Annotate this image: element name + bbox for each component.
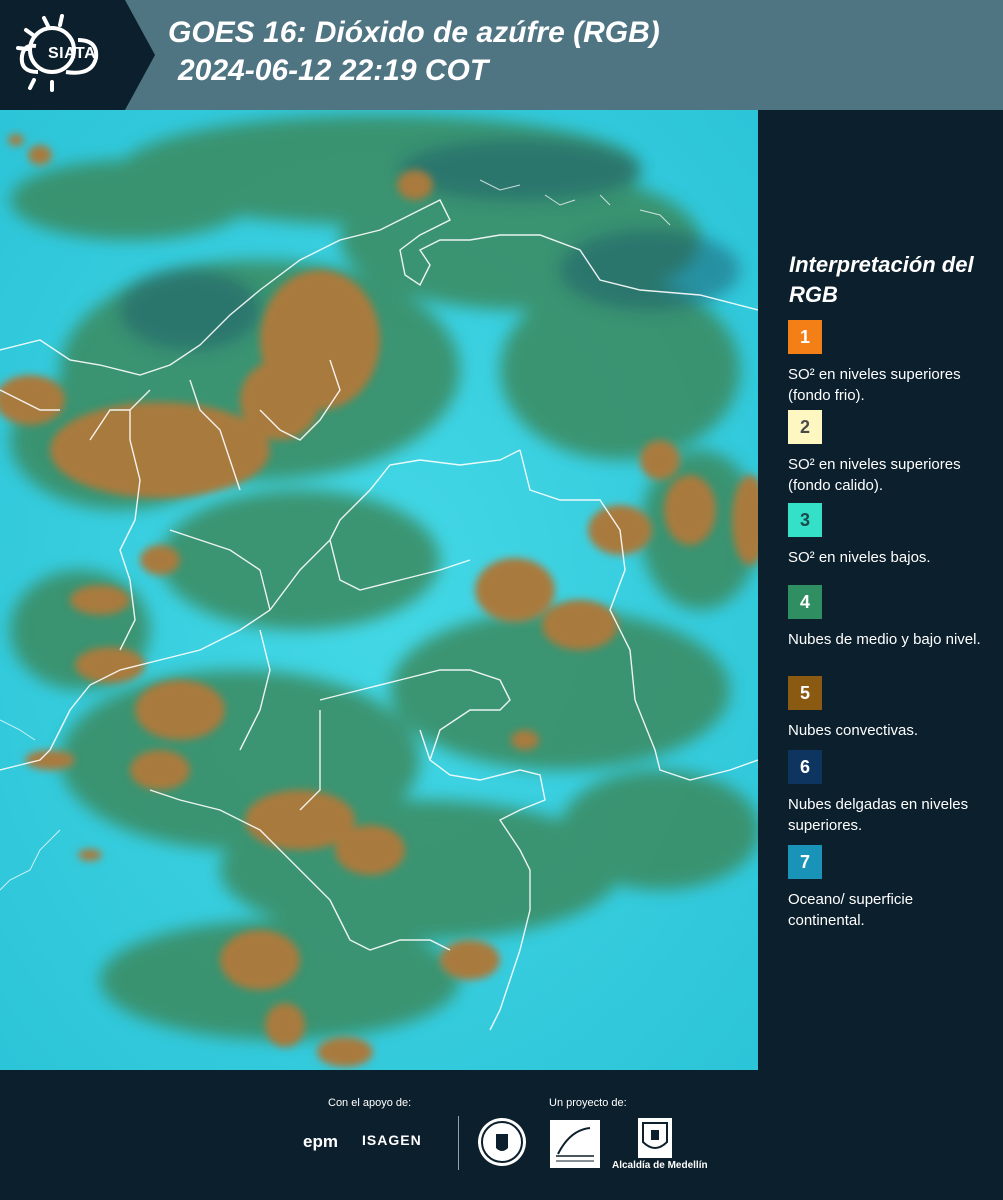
siata-logo: SIATA — [0, 0, 160, 110]
siata-logo-text: SIATA — [48, 45, 97, 62]
legend-item-5: 5 Nubes convectivas. — [788, 676, 993, 741]
isagen-logo: ISAGEN — [362, 1132, 422, 1148]
legend-item-1: 1 SO² en niveles superiores (fondo frio). — [788, 320, 993, 406]
legend-panel: Interpretación del RGB 1 SO² en niveles s… — [758, 110, 1003, 1070]
legend-label-7: Oceano/ superficie continental. — [788, 891, 914, 929]
legend-swatch-2: 2 — [788, 410, 822, 444]
support-label: Con el apoyo de: — [328, 1097, 412, 1109]
legend-item-3: 3 SO² en niveles bajos. — [788, 503, 993, 568]
legend-swatch-4: 4 — [788, 585, 822, 619]
legend-swatch-3: 3 — [788, 503, 822, 537]
header: SIATA GOES 16: Dióxido de azúfre (RGB) 2… — [0, 0, 1003, 110]
medellin-seal-icon — [478, 1118, 526, 1166]
legend-title: Interpretación del RGB — [789, 252, 974, 307]
legend-item-6: 6 Nubes delgadas en niveles superiores. — [788, 750, 993, 836]
legend-label-6: Nubes delgadas en niveles superiores. — [788, 796, 969, 834]
area-metropolitana-logo — [550, 1120, 600, 1168]
page-title: GOES 16: Dióxido de azúfre (RGB) 2024-06… — [168, 14, 660, 90]
legend-swatch-7: 7 — [788, 845, 822, 879]
legend-label-5: Nubes convectivas. — [788, 722, 919, 739]
footer-divider — [458, 1116, 459, 1170]
legend-item-4: 4 Nubes de medio y bajo nivel. — [788, 585, 993, 650]
epm-logo: epm — [303, 1132, 338, 1151]
legend-label-2: SO² en niveles superiores (fondo calido)… — [788, 456, 961, 494]
project-label: Un proyecto de: — [549, 1097, 627, 1109]
legend-item-2: 2 SO² en niveles superiores (fondo calido… — [788, 410, 993, 496]
title-product: GOES 16: Dióxido de azúfre (RGB) — [168, 16, 660, 49]
legend-label-3: SO² en niveles bajos. — [788, 549, 931, 566]
legend-swatch-1: 1 — [788, 320, 822, 354]
alcaldia-shield-icon — [638, 1118, 672, 1158]
title-timestamp: 2024-06-12 22:19 COT — [178, 54, 489, 87]
legend-label-4: Nubes de medio y bajo nivel. — [788, 631, 981, 648]
alcaldia-label: Alcaldía de Medellín — [612, 1160, 708, 1171]
legend-item-7: 7 Oceano/ superficie continental. — [788, 845, 993, 931]
footer: Con el apoyo de: Un proyecto de: epm ISA… — [0, 1070, 1003, 1200]
satellite-map — [0, 110, 758, 1070]
legend-swatch-5: 5 — [788, 676, 822, 710]
legend-label-1: SO² en niveles superiores (fondo frio). — [788, 366, 961, 404]
legend-swatch-6: 6 — [788, 750, 822, 784]
